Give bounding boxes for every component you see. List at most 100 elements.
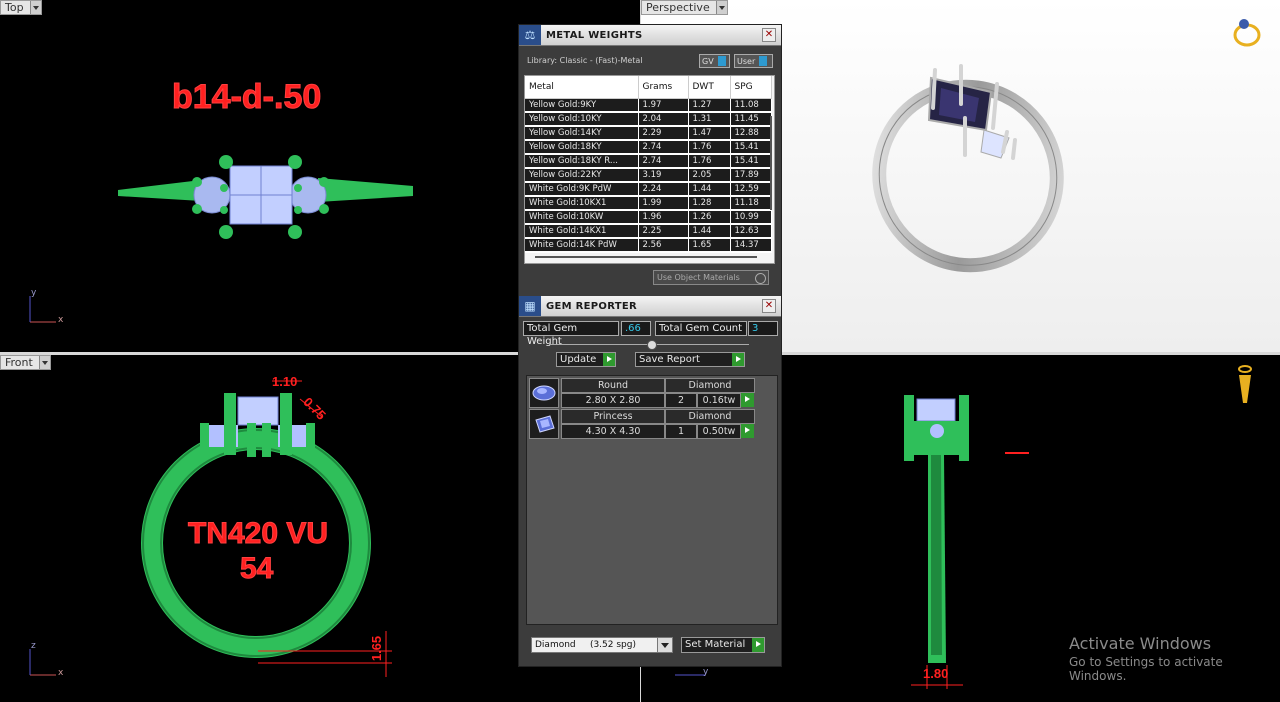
metal-name-cell: Yellow Gold:10KY [525, 112, 639, 127]
grams-cell: 1.99 [638, 196, 689, 211]
metal-weights-table[interactable]: Metal Grams DWT SPG Yellow Gold:9KY 1.97 1… [524, 75, 775, 264]
material-select-value: Diamond (3.52 spg) [535, 640, 636, 650]
gem-reporter-header[interactable]: ▦ GEM REPORTER ✕ [519, 296, 781, 317]
dwt-cell: 1.28 [688, 196, 731, 211]
dwt-cell: 1.76 [688, 140, 731, 155]
save-report-button[interactable]: Save Report [635, 352, 745, 367]
user-toggle[interactable]: User [734, 54, 773, 68]
spg-cell: 14.37 [730, 238, 772, 253]
chevron-down-icon[interactable] [657, 638, 672, 652]
dwt-cell: 1.47 [688, 126, 731, 141]
metal-name-cell: Yellow Gold:18KY [525, 140, 639, 155]
spg-cell: 11.08 [730, 98, 772, 113]
gem-row-round[interactable]: Round Diamond 2.80 X 2.80 2 0.16tw [529, 378, 755, 408]
toggle-switch-icon [759, 56, 768, 66]
play-icon [732, 353, 744, 366]
grams-cell: 2.24 [638, 182, 689, 197]
metal-name-cell: White Gold:10KX1 [525, 196, 639, 211]
metal-weights-header[interactable]: ⚖ METAL WEIGHTS ✕ [519, 25, 781, 46]
grams-cell: 1.97 [638, 98, 689, 113]
dwt-cell: 1.31 [688, 112, 731, 127]
set-material-button[interactable]: Set Material [681, 637, 765, 653]
table-row[interactable]: White Gold:10KW 1.96 1.26 10.99 [525, 210, 772, 225]
metal-name-cell: White Gold:14K PdW [525, 238, 639, 253]
gem-slider[interactable] [549, 340, 749, 350]
table-row[interactable]: White Gold:14K PdW 2.56 1.65 14.37 [525, 238, 772, 253]
save-report-button-label: Save Report [639, 354, 700, 365]
use-object-materials-option[interactable]: Use Object Materials [653, 270, 769, 285]
update-button-label: Update [560, 354, 597, 365]
table-row[interactable]: Yellow Gold:18KY R... 2.74 1.76 15.41 [525, 154, 772, 169]
slider-knob[interactable] [647, 340, 657, 350]
spg-cell: 15.41 [730, 154, 772, 169]
dwt-cell: 1.27 [688, 98, 731, 113]
column-header-spg[interactable]: SPG [730, 76, 772, 99]
close-icon[interactable]: ✕ [762, 299, 776, 313]
gem-reporter-title: GEM REPORTER [546, 300, 638, 312]
dwt-cell: 1.26 [688, 210, 731, 225]
metal-weights-title: METAL WEIGHTS [546, 29, 643, 41]
table-row[interactable]: White Gold:14KX1 2.25 1.44 12.63 [525, 224, 772, 239]
grams-cell: 2.74 [638, 140, 689, 155]
spg-cell: 15.41 [730, 140, 772, 155]
grams-cell: 3.19 [638, 168, 689, 183]
column-header-grams[interactable]: Grams [638, 76, 689, 99]
radio-icon [755, 273, 766, 284]
gem-material: Diamond [665, 409, 755, 424]
table-row[interactable]: Yellow Gold:10KY 2.04 1.31 11.45 [525, 112, 772, 127]
update-button[interactable]: Update [556, 352, 616, 367]
table-row[interactable]: Yellow Gold:22KY 3.19 2.05 17.89 [525, 168, 772, 183]
dwt-cell: 2.05 [688, 168, 731, 183]
table-row[interactable]: White Gold:10KX1 1.99 1.28 11.18 [525, 196, 772, 211]
watermark-line1: Activate Windows [1069, 634, 1212, 653]
gem-shape: Princess [561, 409, 665, 424]
library-label: Library: Classic - (Fast)-Metal [527, 56, 643, 65]
gv-toggle[interactable]: GV [699, 54, 730, 68]
total-gem-count-label: Total Gem Count [655, 321, 747, 336]
dwt-cell: 1.76 [688, 154, 731, 169]
dimension-top: 1.10 [272, 374, 298, 389]
grams-cell: 2.74 [638, 154, 689, 169]
axis-x-label: x [58, 668, 64, 678]
material-select[interactable]: Diamond (3.52 spg) [531, 637, 673, 653]
total-gem-weight-label: Total Gem Weight [523, 321, 619, 347]
round-gem-icon [529, 378, 559, 408]
spg-cell: 12.88 [730, 126, 772, 141]
gem-go-button[interactable] [741, 424, 754, 438]
gem-list: Round Diamond 2.80 X 2.80 2 0.16tw Princ… [526, 375, 778, 625]
spg-cell: 10.99 [730, 210, 772, 225]
gem-material: Diamond [665, 378, 755, 393]
report-icon: ▦ [519, 296, 541, 316]
horizontal-scrollbar[interactable] [535, 256, 757, 258]
column-header-dwt[interactable]: DWT [688, 76, 731, 99]
table-row[interactable]: Yellow Gold:14KY 2.29 1.47 12.88 [525, 126, 772, 141]
column-header-metal[interactable]: Metal [525, 76, 639, 99]
dwt-cell: 1.65 [688, 238, 731, 253]
grams-cell: 2.29 [638, 126, 689, 141]
metal-name-cell: Yellow Gold:22KY [525, 168, 639, 183]
metal-name-cell: White Gold:9K PdW [525, 182, 639, 197]
grams-cell: 1.96 [638, 210, 689, 225]
total-gem-count-value: 3 [748, 321, 778, 336]
play-icon [752, 638, 764, 652]
close-icon[interactable]: ✕ [762, 28, 776, 42]
table-row[interactable]: Yellow Gold:9KY 1.97 1.27 11.08 [525, 98, 772, 113]
axis-y-label: y [31, 288, 37, 298]
gem-row-princess[interactable]: Princess Diamond 4.30 X 4.30 1 0.50tw [529, 409, 755, 439]
vertical-scrollbar[interactable] [770, 116, 772, 210]
table-row[interactable]: Yellow Gold:18KY 2.74 1.76 15.41 [525, 140, 772, 155]
gem-count: 1 [665, 424, 697, 439]
gv-toggle-label: GV [702, 56, 714, 66]
dwt-cell: 1.44 [688, 182, 731, 197]
metal-gem-panel: ⚖ METAL WEIGHTS ✕ Library: Classic - (Fa… [518, 24, 782, 667]
gem-size: 2.80 X 2.80 [561, 393, 665, 408]
grams-cell: 2.25 [638, 224, 689, 239]
grams-cell: 2.56 [638, 238, 689, 253]
gem-go-button[interactable] [741, 393, 754, 407]
axis-x-label: x [58, 315, 64, 325]
gem-weight: 0.50tw [697, 424, 741, 439]
dimension-bottom: 1.80 [923, 666, 949, 681]
dwt-cell: 1.44 [688, 224, 731, 239]
spg-cell: 12.63 [730, 224, 772, 239]
table-row[interactable]: White Gold:9K PdW 2.24 1.44 12.59 [525, 182, 772, 197]
